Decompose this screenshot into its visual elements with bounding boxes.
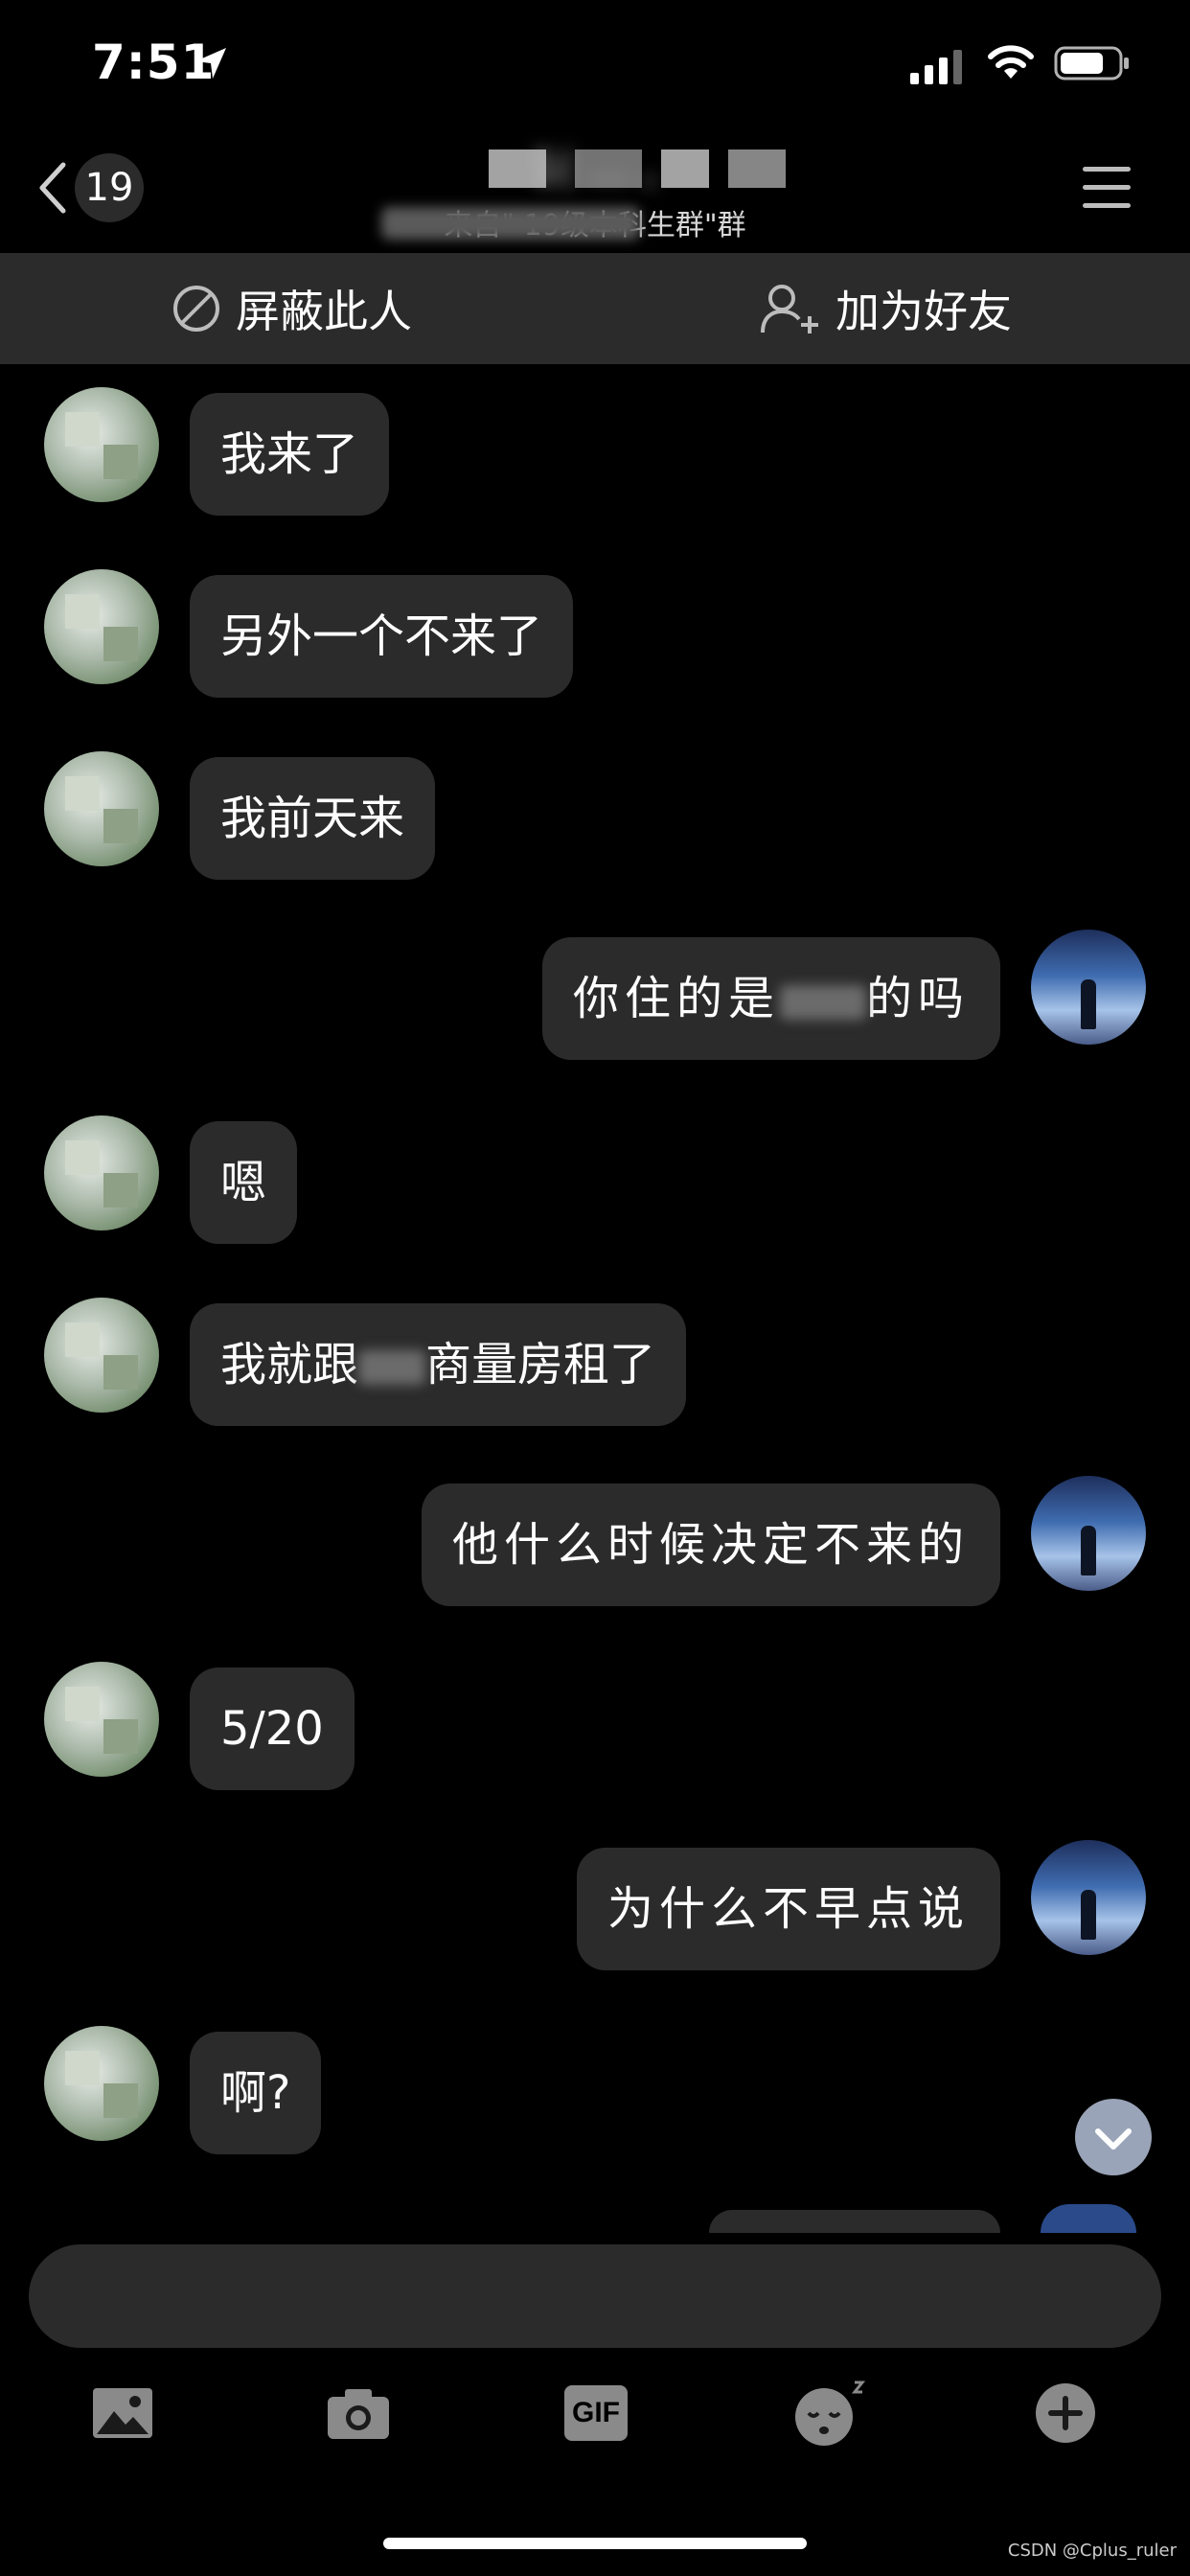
message-bubble-self[interactable]: 你住的是 的吗	[541, 937, 1000, 1060]
chevron-left-icon	[39, 162, 66, 214]
unread-count-badge: 19	[75, 153, 144, 222]
avatar[interactable]	[44, 1662, 159, 1777]
avatar[interactable]	[44, 1116, 159, 1230]
message-bubble-partial	[709, 2210, 1000, 2233]
chevron-down-icon	[1095, 2128, 1132, 2150]
wifi-icon	[988, 45, 1034, 79]
emoji-button[interactable]	[791, 2375, 868, 2451]
battery-icon	[1054, 46, 1129, 80]
gif-icon: GIF	[564, 2385, 628, 2441]
image-icon	[93, 2388, 152, 2438]
sleepy-emoji-icon	[795, 2380, 866, 2446]
more-button[interactable]	[1027, 2375, 1104, 2451]
plus-circle-icon	[1036, 2383, 1095, 2443]
redacted-text	[358, 1350, 426, 1385]
menu-button[interactable]	[1083, 165, 1131, 211]
gif-button[interactable]: GIF	[558, 2375, 634, 2451]
chat-title: 1( … ,	[345, 144, 843, 196]
avatar-self[interactable]	[1031, 1840, 1146, 1955]
message-bubble[interactable]: 另外一个不来了	[190, 575, 574, 698]
add-user-icon	[761, 285, 818, 334]
message-bubble-self[interactable]: 为什么不早点说	[576, 1848, 1000, 1970]
add-friend-button[interactable]: 加为好友	[759, 253, 1012, 364]
message-text: 我就跟	[220, 1338, 359, 1392]
redacted-text	[779, 984, 866, 1020]
avatar[interactable]	[44, 569, 159, 684]
avatar[interactable]	[44, 751, 159, 866]
block-icon	[173, 286, 219, 332]
scroll-to-bottom-button[interactable]	[1075, 2099, 1152, 2175]
add-friend-label: 加为好友	[835, 286, 1012, 337]
stranger-action-bar: 屏蔽此人 加为好友	[0, 253, 1190, 364]
message-bubble[interactable]: 啊?	[190, 2032, 322, 2154]
avatar[interactable]	[44, 387, 159, 502]
message-text: 你住的是	[572, 972, 780, 1025]
message-text: 的吗	[865, 972, 970, 1025]
message-bubble[interactable]: 我就跟 商量房租了	[190, 1303, 687, 1426]
home-indicator[interactable]	[383, 2538, 807, 2549]
block-user-button[interactable]: 屏蔽此人	[171, 253, 412, 364]
message-bubble[interactable]: 我前天来	[190, 757, 436, 880]
camera-icon	[328, 2389, 389, 2439]
watermark: CSDN @Cplus_ruler	[1007, 2541, 1177, 2561]
location-arrow-icon	[195, 48, 226, 79]
cellular-signal-icon	[910, 50, 962, 84]
camera-button[interactable]	[320, 2375, 397, 2451]
message-bubble-self[interactable]: 他什么时候决定不来的	[421, 1484, 1000, 1606]
message-text: 商量房租了	[425, 1338, 656, 1392]
avatar[interactable]	[44, 1298, 159, 1413]
avatar-self-partial	[1041, 2204, 1136, 2233]
message-bubble[interactable]: 嗯	[190, 1121, 298, 1244]
message-bubble[interactable]: 5/20	[190, 1668, 355, 1790]
message-bubble[interactable]: 我来了	[190, 393, 390, 516]
chat-subtitle: 来自" 19级本科生群"群	[240, 201, 950, 243]
avatar-self[interactable]	[1031, 930, 1146, 1045]
back-button[interactable]: 19	[38, 153, 144, 222]
block-user-label: 屏蔽此人	[236, 286, 412, 337]
avatar-self[interactable]	[1031, 1476, 1146, 1591]
photo-button[interactable]	[84, 2375, 161, 2451]
message-input[interactable]	[29, 2244, 1161, 2348]
avatar[interactable]	[44, 2026, 159, 2141]
